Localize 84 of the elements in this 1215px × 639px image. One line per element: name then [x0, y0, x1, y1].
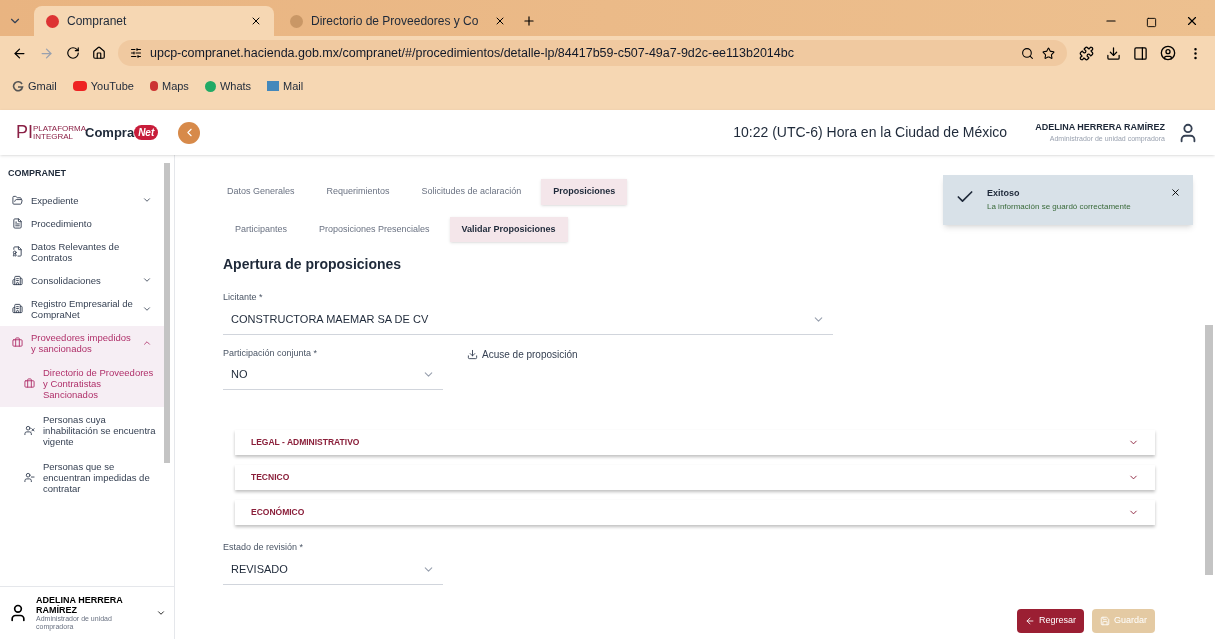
home-icon[interactable] — [92, 46, 106, 60]
sidebar-item[interactable]: Datos Relevantes de Contratos — [0, 234, 164, 269]
save-icon — [1099, 615, 1110, 626]
subtab[interactable]: Validar Proposiciones — [449, 216, 568, 242]
menu-item-icon — [12, 246, 23, 257]
bookmark[interactable]: Whats — [204, 77, 252, 95]
field-label: Licitante * — [223, 291, 264, 304]
site-settings-icon[interactable] — [130, 47, 142, 59]
sidebar-subitem[interactable]: Directorio de Proveedores y Contratistas Sancionados — [0, 359, 164, 407]
close-icon[interactable] — [1185, 14, 1199, 28]
download-link[interactable]: Acuse de proposición — [467, 346, 578, 362]
menu-item-icon — [24, 471, 35, 483]
tab[interactable]: Solicitudes de aclaración — [409, 179, 534, 205]
bookmark-icon — [149, 81, 158, 91]
clock-text: 10:22 (UTC-6) Hora en la Ciudad de México — [733, 123, 1008, 142]
bookmark[interactable]: Gmail — [12, 77, 57, 95]
download-icon[interactable] — [1106, 45, 1121, 61]
menu-item-icon — [12, 303, 23, 314]
sidebar-item[interactable]: Registro Empresarial de CompraNet — [0, 291, 164, 326]
menu-item-icon — [12, 217, 23, 229]
chevron-down-icon — [142, 275, 152, 285]
accordion-header[interactable]: ECONÓMICO — [235, 500, 1155, 525]
select-field[interactable]: REVISADO — [223, 554, 443, 585]
profile-icon[interactable] — [1160, 45, 1176, 61]
back-icon[interactable] — [12, 45, 27, 61]
menu-item-icon — [24, 424, 35, 436]
tab[interactable]: Proposiciones — [541, 179, 628, 205]
form-title: Apertura de proposiciones — [223, 255, 403, 274]
bookmark-icon — [12, 80, 24, 92]
select-field[interactable]: CONSTRUCTORA MAEMAR SA DE CV — [223, 304, 833, 335]
reload-icon[interactable] — [66, 46, 80, 60]
tab[interactable]: Requerimientos — [314, 179, 402, 205]
toast-message: La información se guardó correctamente — [987, 200, 1132, 213]
menu-item-icon — [12, 274, 23, 286]
site-icon — [46, 14, 59, 28]
sidebar-item[interactable]: Consolidaciones — [0, 268, 164, 292]
sidebar-item[interactable]: Procedimiento — [0, 211, 164, 235]
bookmark[interactable]: Mail — [267, 77, 304, 95]
bookmark-icon — [267, 81, 280, 91]
subtab[interactable]: Participantes — [223, 216, 300, 242]
field-label: Participación conjunta * — [223, 346, 319, 360]
close-icon[interactable] — [1170, 187, 1181, 198]
bookmark-icon — [72, 81, 87, 91]
close-icon[interactable] — [250, 15, 262, 27]
side-panel-icon[interactable] — [1133, 45, 1148, 61]
bookmark[interactable]: YouTube — [72, 77, 134, 95]
subtab[interactable]: Proposiciones Presenciales — [307, 216, 442, 242]
back-button[interactable]: Regresar — [1016, 608, 1084, 633]
sidebar-item[interactable]: Proveedores impedidos y sancionados — [0, 325, 164, 360]
avatar-icon — [8, 603, 28, 623]
menu-item-icon — [24, 377, 35, 389]
search-icon[interactable] — [1021, 46, 1034, 60]
user-name: ADELINA HERRERA RAMÍREZ — [36, 595, 124, 615]
sidebar-subitem[interactable]: Personas cuya inhabilitación se encuentra vigente — [0, 406, 164, 454]
download-icon — [467, 348, 478, 360]
bookmark[interactable]: Maps — [149, 77, 189, 95]
bookmark-icon — [204, 80, 216, 92]
star-icon[interactable] — [1042, 46, 1055, 60]
toast-title: Exitoso — [987, 187, 1021, 200]
url-field[interactable]: upcp-compranet.hacienda.gob.mx/compranet/#/procedimientos/detalle-lp/84417b59-c507-49a7-9d2c-ee113b2014bc — [118, 40, 1067, 66]
accordion-header[interactable]: LEGAL - ADMINISTRATIVO — [235, 430, 1155, 455]
sidebar-subitem[interactable]: Personas que se encuentran impedidas de contratar — [0, 453, 164, 501]
scrollbar[interactable] — [1205, 325, 1213, 575]
new-tab-icon[interactable] — [522, 14, 536, 28]
close-icon[interactable] — [494, 15, 506, 27]
user-name: ADELINA HERRERA RAMÍREZ — [1035, 120, 1165, 134]
site-icon — [290, 14, 303, 28]
arrow-left-icon — [1024, 615, 1035, 626]
extensions-icon[interactable] — [1079, 45, 1094, 61]
accordion-header[interactable]: TECNICO — [235, 465, 1155, 490]
collapse-sidebar-button[interactable] — [178, 121, 201, 144]
scrollbar[interactable] — [164, 163, 170, 463]
select-field[interactable]: NO — [223, 360, 443, 390]
sidebar-item[interactable]: Expediente — [0, 188, 164, 212]
tab[interactable]: Datos Generales — [215, 179, 307, 205]
chevron-down-icon — [156, 608, 166, 618]
menu-item-icon — [12, 337, 23, 348]
section-title: COMPRANET — [7, 167, 67, 180]
field-label: Estado de revisión * — [223, 541, 305, 554]
menu-item-icon — [12, 194, 23, 206]
browser-tab[interactable]: Directorio de Proveedores y Co — [278, 6, 518, 36]
maximize-icon[interactable] — [1146, 17, 1157, 28]
chevron-down-icon — [142, 195, 152, 205]
browser-tab[interactable]: Compranet — [34, 6, 274, 36]
